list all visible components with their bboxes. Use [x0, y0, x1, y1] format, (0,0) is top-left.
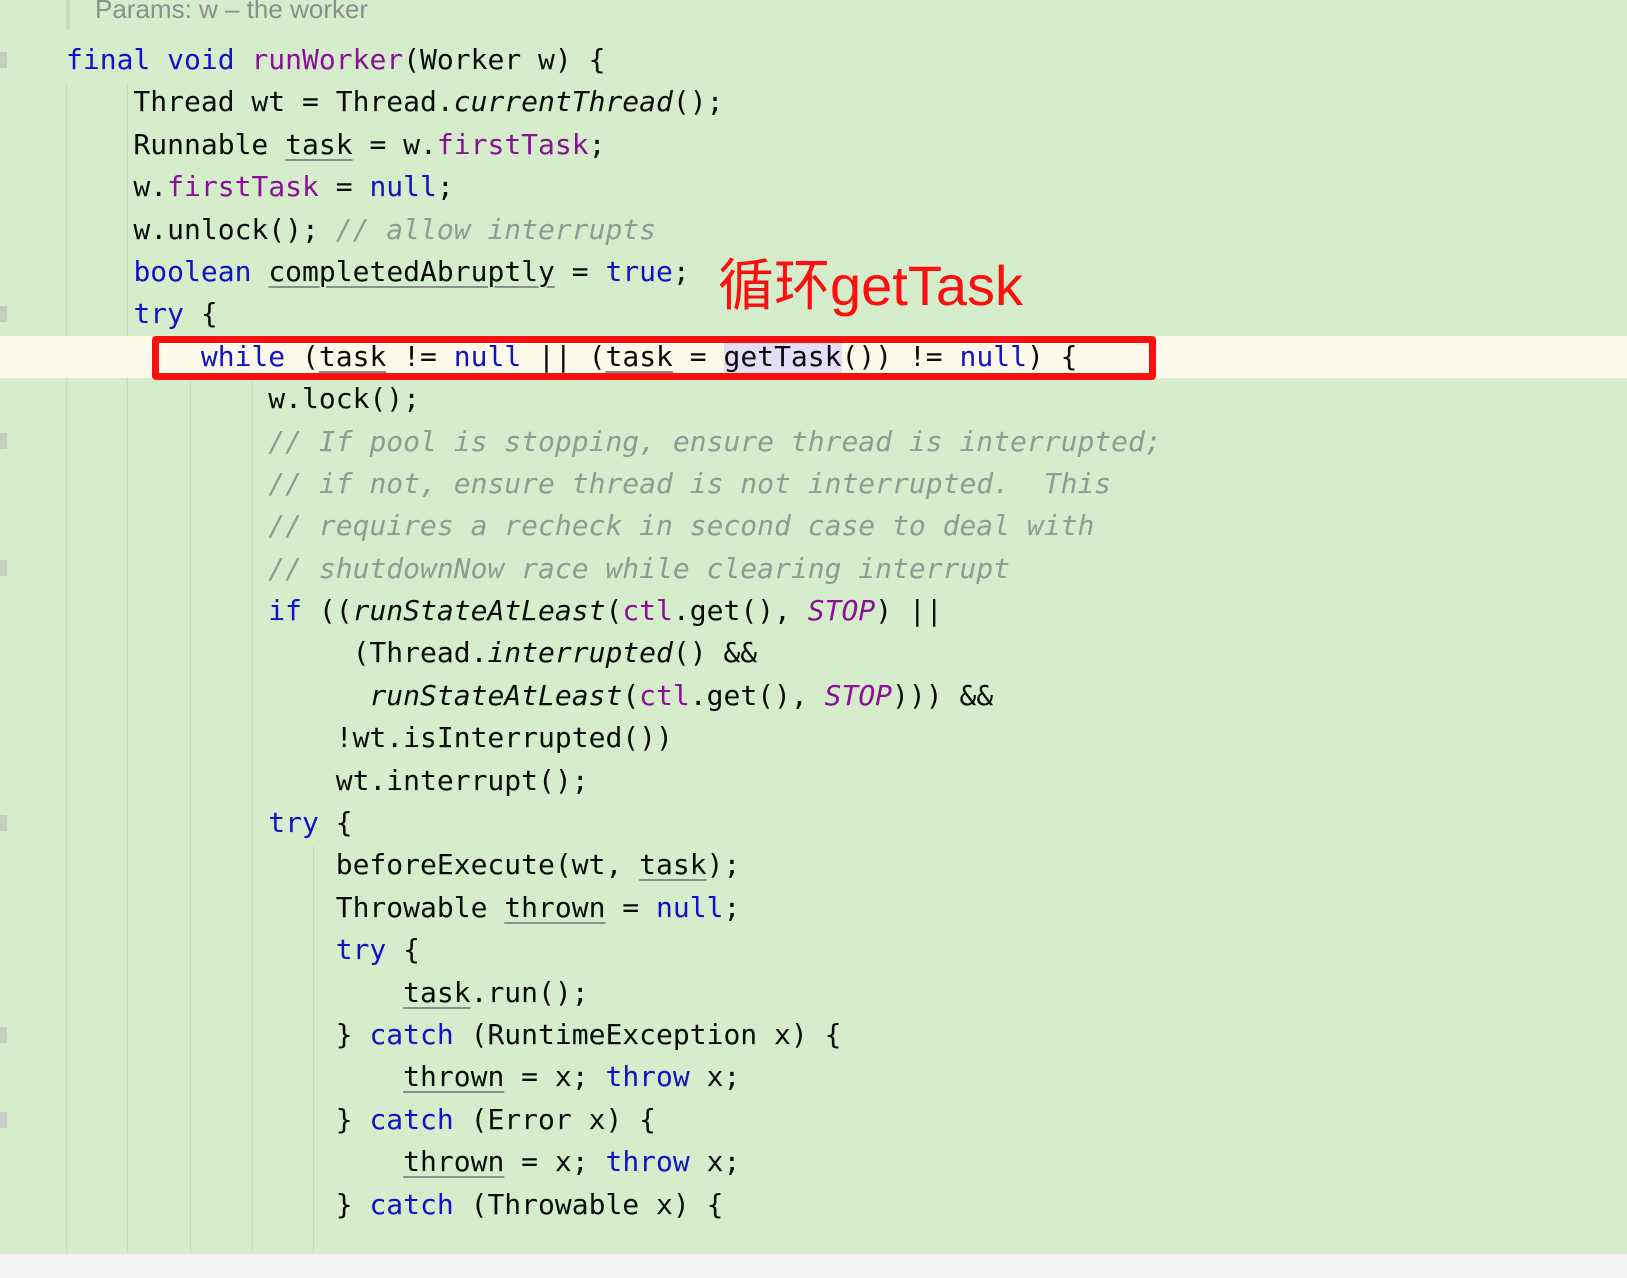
code-line[interactable]: // if not, ensure thread is not interrup… — [0, 463, 1627, 505]
annotation-label: 循环getTask — [718, 254, 1023, 317]
code-line[interactable]: beforeExecute(wt, task); — [0, 844, 1627, 886]
code-line[interactable]: (Thread.interrupted() && — [0, 632, 1627, 674]
code-line[interactable]: // If pool is stopping, ensure thread is… — [0, 421, 1627, 463]
code-line[interactable]: !wt.isInterrupted()) — [0, 717, 1627, 759]
code-line[interactable]: Runnable task = w.firstTask; — [0, 124, 1627, 166]
code-line[interactable]: if ((runStateAtLeast(ctl.get(), STOP) || — [0, 590, 1627, 632]
code-area[interactable]: final void runWorker(Worker w) { Thread … — [0, 39, 1627, 1226]
code-line[interactable]: w.firstTask = null; — [0, 166, 1627, 208]
code-editor[interactable]: Params: w – the worker final void runWor… — [0, 0, 1627, 1278]
code-line[interactable]: thrown = x; throw x; — [0, 1056, 1627, 1098]
code-line[interactable]: } catch (Throwable x) { — [0, 1184, 1627, 1226]
code-line[interactable]: Thread wt = Thread.currentThread(); — [0, 81, 1627, 123]
code-line[interactable]: final void runWorker(Worker w) { — [0, 39, 1627, 81]
code-line[interactable]: Throwable thrown = null; — [0, 887, 1627, 929]
code-line[interactable]: } catch (RuntimeException x) { — [0, 1014, 1627, 1056]
code-line[interactable]: try { — [0, 802, 1627, 844]
code-line[interactable]: // shutdownNow race while clearing inter… — [0, 548, 1627, 590]
javadoc-text: Params: w – the worker — [95, 0, 369, 24]
code-line[interactable]: w.lock(); — [0, 378, 1627, 420]
code-line[interactable]: w.unlock(); // allow interrupts — [0, 209, 1627, 251]
window-bottom-strip — [0, 1253, 1627, 1278]
code-line[interactable]: runStateAtLeast(ctl.get(), STOP))) && — [0, 675, 1627, 717]
code-line[interactable]: try { — [0, 929, 1627, 971]
code-line[interactable]: // requires a recheck in second case to … — [0, 505, 1627, 547]
javadoc-hint: Params: w – the worker — [0, 0, 1627, 30]
code-line-current[interactable]: while (task != null || (task = getTask()… — [0, 335, 1627, 379]
javadoc-left-bar — [66, 0, 70, 30]
code-line[interactable]: task.run(); — [0, 972, 1627, 1014]
code-line[interactable]: thrown = x; throw x; — [0, 1141, 1627, 1183]
code-line[interactable]: wt.interrupt(); — [0, 760, 1627, 802]
code-line[interactable]: } catch (Error x) { — [0, 1099, 1627, 1141]
